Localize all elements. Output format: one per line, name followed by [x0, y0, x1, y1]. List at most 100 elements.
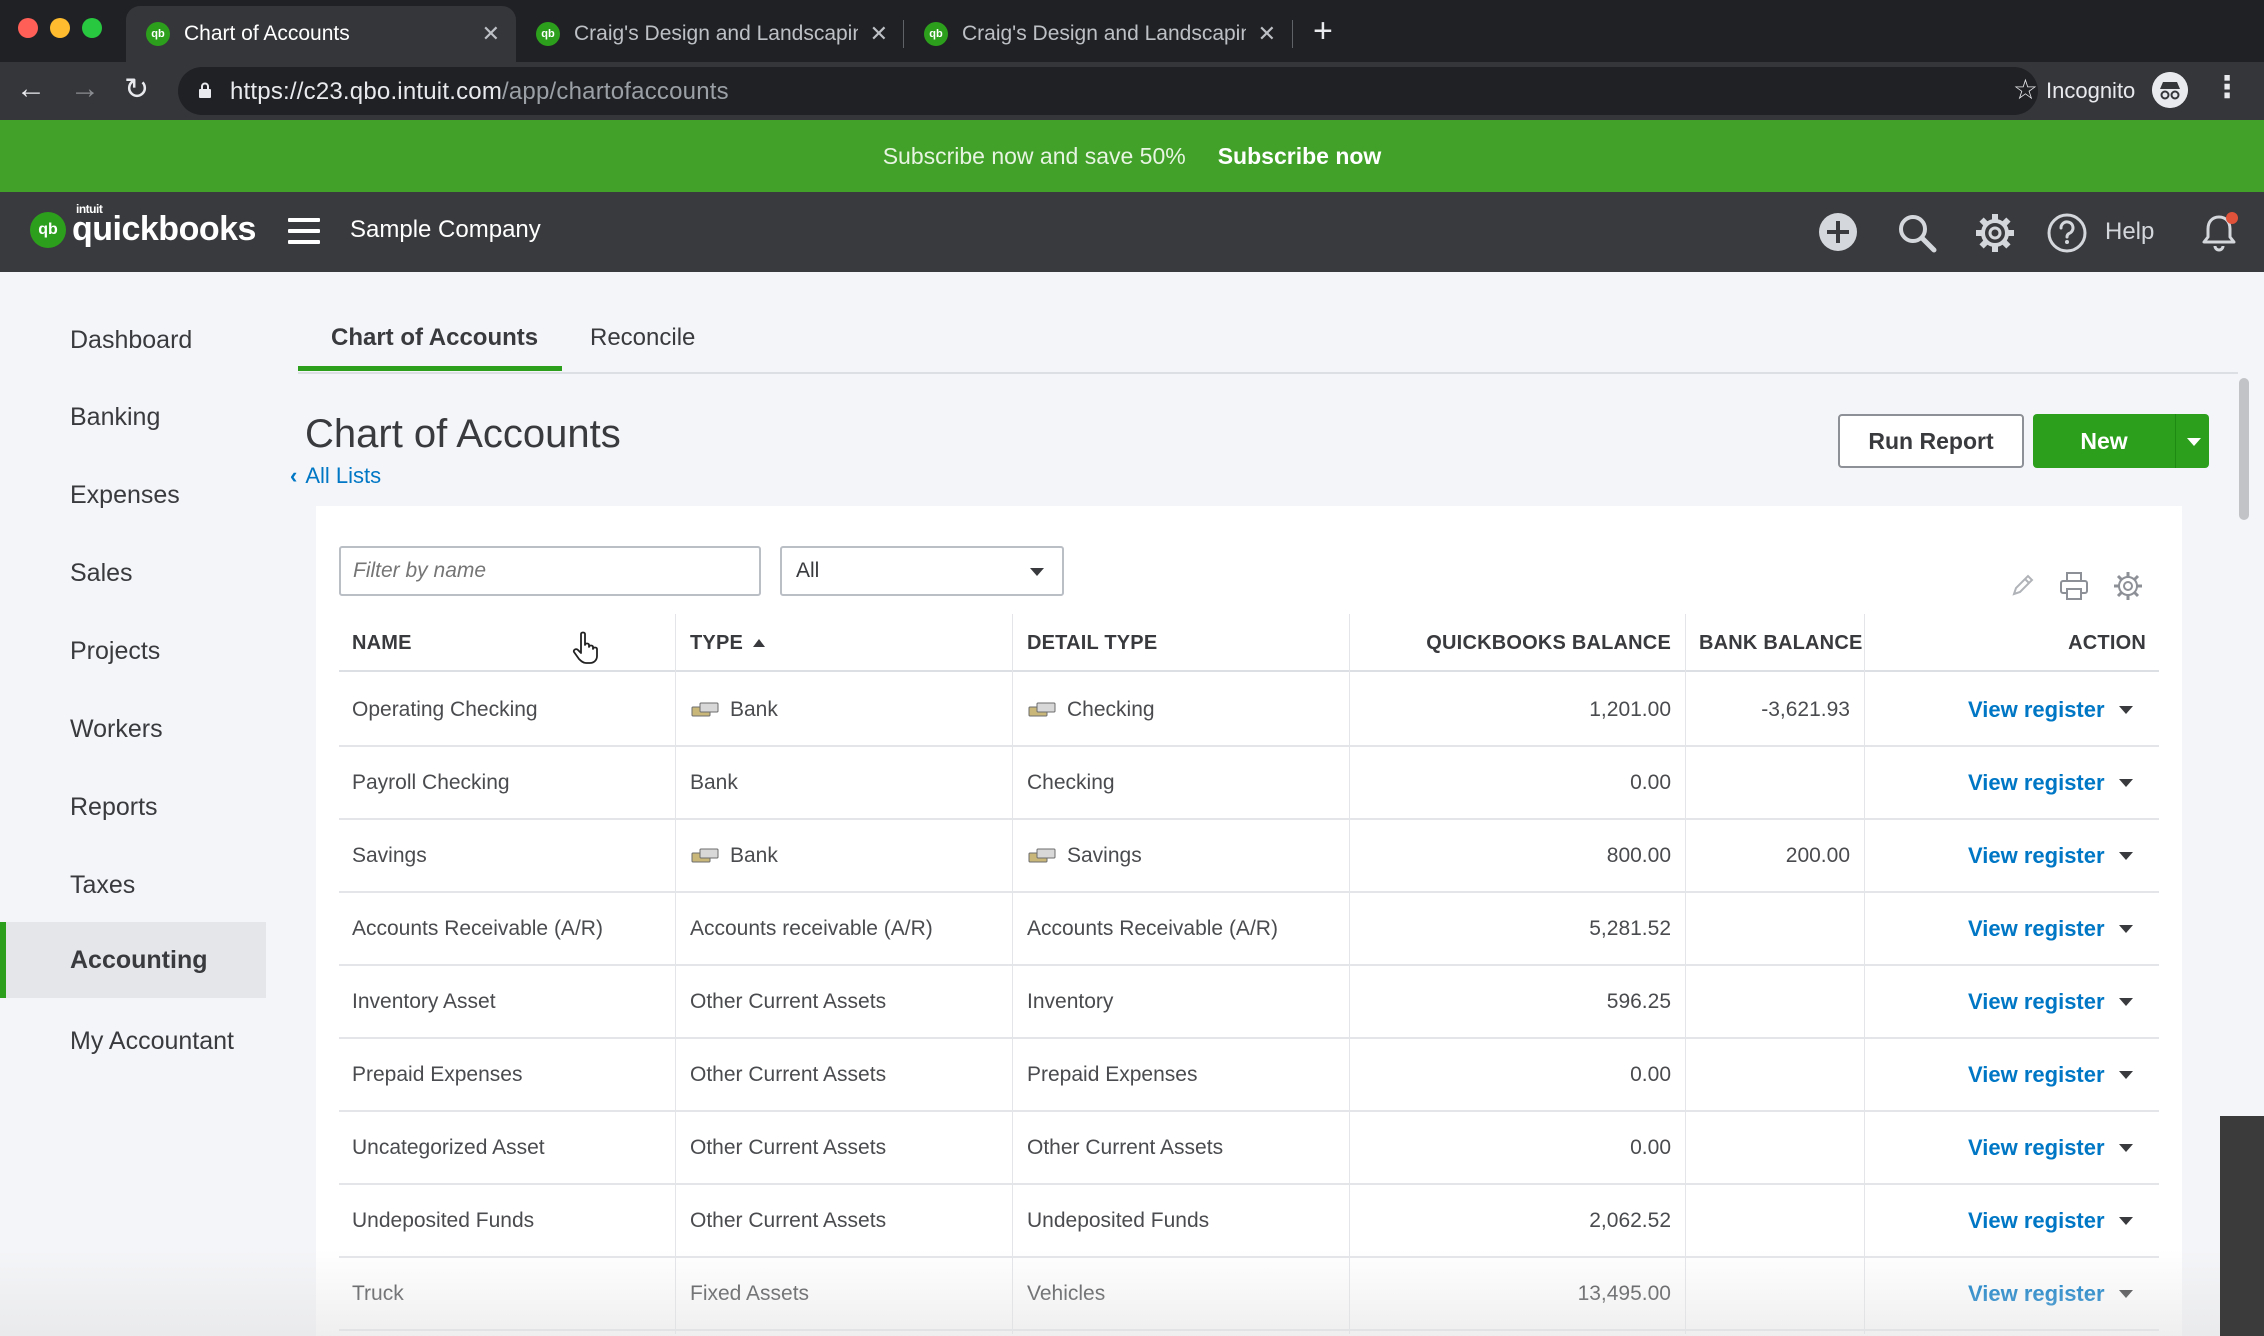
quickbooks-balance: 0.00 [1630, 1135, 1671, 1159]
sidebar-item-dashboard[interactable]: Dashboard [0, 302, 266, 378]
bank-balance [1685, 966, 1850, 1037]
sidebar-item-taxes[interactable]: Taxes [0, 847, 266, 923]
quickbooks-logo[interactable]: qb intuit quickbooks [30, 202, 256, 249]
bookmark-star-icon[interactable]: ☆ [2013, 73, 2038, 106]
window-minimize-button[interactable] [50, 18, 70, 38]
quickbooks-balance: 1,201.00 [1589, 697, 1671, 721]
view-register-link[interactable]: View register [1968, 1258, 2105, 1329]
row-action-dropdown[interactable] [2119, 820, 2143, 891]
detail-type: Accounts Receivable (A/R) [1027, 916, 1278, 940]
close-tab-icon[interactable]: ✕ [870, 21, 888, 47]
sidebar-item-my-accountant[interactable]: My Accountant [0, 1003, 266, 1079]
browser-tab-1[interactable]: qb Chart of Accounts ✕ [126, 6, 516, 62]
account-type: Other Current Assets [690, 1135, 887, 1159]
row-action-dropdown[interactable] [2119, 1185, 2143, 1256]
quickbooks-balance: 596.25 [1606, 989, 1671, 1013]
table-row[interactable]: Payroll Checking Bank Checking 0.00 View reg… [339, 747, 2159, 820]
type-filter-select[interactable]: All [780, 546, 1064, 596]
sidebar-item-accounting[interactable]: Accounting [0, 922, 266, 998]
reload-icon[interactable]: ↻ [124, 72, 149, 107]
quickbooks-balance: 5,281.52 [1589, 916, 1671, 940]
filter-by-name-input[interactable] [339, 546, 761, 596]
account-name[interactable]: Operating Checking [352, 674, 538, 745]
qb-logo-mark: qb [30, 211, 66, 248]
sidebar-item-projects[interactable]: Projects [0, 613, 266, 689]
account-name[interactable]: Payroll Checking [352, 747, 510, 818]
run-report-button[interactable]: Run Report [1838, 414, 2024, 468]
column-header-name[interactable]: NAME [352, 614, 412, 672]
account-type: Fixed Assets [690, 1281, 810, 1305]
view-register-link[interactable]: View register [1968, 1112, 2105, 1183]
scrollbar-thumb[interactable] [2239, 378, 2249, 520]
new-tab-plus-icon[interactable]: + [1313, 12, 1333, 51]
row-action-dropdown[interactable] [2119, 893, 2143, 964]
row-action-dropdown[interactable] [2119, 1039, 2143, 1110]
account-name[interactable]: Savings [352, 820, 427, 891]
account-name[interactable]: Prepaid Expenses [352, 1039, 522, 1110]
column-header-type[interactable]: TYPE [690, 614, 766, 672]
account-name[interactable]: Truck [352, 1258, 404, 1329]
view-register-link[interactable]: View register [1968, 674, 2105, 745]
account-name[interactable]: Undeposited Funds [352, 1185, 534, 1256]
close-tab-icon[interactable]: ✕ [1258, 21, 1276, 47]
hamburger-menu-icon[interactable] [288, 218, 320, 244]
table-row[interactable]: Savings Bank Savings 800.00 200.00 View regis… [339, 820, 2159, 893]
table-row[interactable]: Inventory Asset Other Current Assets Inven… [339, 966, 2159, 1039]
column-header-bank-balance[interactable]: BANK BALANCE [1699, 614, 1863, 672]
browser-tab-2[interactable]: qb Craig's Design and Landscaping ✕ [516, 6, 904, 62]
print-icon[interactable] [2058, 570, 2090, 602]
create-plus-icon[interactable] [1818, 212, 1858, 252]
window-close-button[interactable] [18, 18, 38, 38]
account-name[interactable]: Inventory Asset [352, 966, 496, 1037]
quickbooks-balance: 800.00 [1606, 843, 1671, 867]
table-row[interactable]: Truck Fixed Assets Vehicles 13,495.00 View r… [339, 1258, 2159, 1331]
all-lists-link[interactable]: ‹ All Lists [290, 463, 381, 489]
browser-tab-3[interactable]: qb Craig's Design and Landscaping ✕ [904, 6, 1292, 62]
new-account-button[interactable]: New [2033, 414, 2175, 468]
table-row[interactable]: Accounts Receivable (A/R) Accounts receiv… [339, 893, 2159, 966]
view-register-link[interactable]: View register [1968, 893, 2105, 964]
help-question-icon[interactable] [2046, 212, 2088, 254]
view-register-link[interactable]: View register [1968, 820, 2105, 891]
window-zoom-button[interactable] [82, 18, 102, 38]
row-action-dropdown[interactable] [2119, 747, 2143, 818]
chevron-down-icon [2187, 438, 2201, 446]
search-icon[interactable] [1896, 212, 1938, 254]
row-action-dropdown[interactable] [2119, 1112, 2143, 1183]
view-register-link[interactable]: View register [1968, 1185, 2105, 1256]
help-label[interactable]: Help [2105, 218, 2154, 246]
table-row[interactable]: Uncategorized Asset Other Current Assets O… [339, 1112, 2159, 1185]
column-header-detail-type[interactable]: DETAIL TYPE [1027, 614, 1157, 672]
close-tab-icon[interactable]: ✕ [482, 21, 500, 47]
back-arrow-icon[interactable]: ← [16, 72, 46, 106]
account-name[interactable]: Uncategorized Asset [352, 1112, 545, 1183]
view-register-link[interactable]: View register [1968, 1039, 2105, 1110]
sidebar-item-workers[interactable]: Workers [0, 691, 266, 767]
table-settings-gear-icon[interactable] [2112, 570, 2144, 602]
sidebar-item-expenses[interactable]: Expenses [0, 457, 266, 533]
detail-type: Savings [1027, 820, 1142, 891]
url-bar[interactable]: https://c23.qbo.intuit.com/app/chartofac… [178, 67, 2038, 115]
sidebar-item-sales[interactable]: Sales [0, 535, 266, 611]
table-row[interactable]: Undeposited Funds Other Current Assets Und… [339, 1185, 2159, 1258]
view-register-link[interactable]: View register [1968, 747, 2105, 818]
row-action-dropdown[interactable] [2119, 1258, 2143, 1329]
sidebar-item-banking[interactable]: Banking [0, 379, 266, 455]
forward-arrow-icon[interactable]: → [70, 72, 100, 106]
row-action-dropdown[interactable] [2119, 966, 2143, 1037]
row-action-dropdown[interactable] [2119, 674, 2143, 745]
table-row[interactable]: Prepaid Expenses Other Current Assets Prep… [339, 1039, 2159, 1112]
table-row[interactable]: Operating Checking Bank Checking 1,201.00 -3… [339, 674, 2159, 747]
browser-menu-icon[interactable]: ⋮ [2212, 70, 2242, 105]
view-register-link[interactable]: View register [1968, 966, 2105, 1037]
tab-reconcile[interactable]: Reconcile [590, 324, 695, 352]
column-header-quickbooks-balance[interactable]: QUICKBOOKS BALANCE [1349, 614, 1671, 672]
sidebar-item-reports[interactable]: Reports [0, 769, 266, 845]
new-dropdown-button[interactable] [2175, 414, 2209, 468]
tab-chart-of-accounts[interactable]: Chart of Accounts [331, 324, 538, 352]
incognito-icon[interactable] [2152, 72, 2188, 108]
subscribe-now-link[interactable]: Subscribe now [1218, 143, 1382, 170]
edit-pencil-icon[interactable] [2008, 570, 2038, 600]
gear-icon[interactable] [1974, 212, 2016, 254]
account-name[interactable]: Accounts Receivable (A/R) [352, 893, 603, 964]
